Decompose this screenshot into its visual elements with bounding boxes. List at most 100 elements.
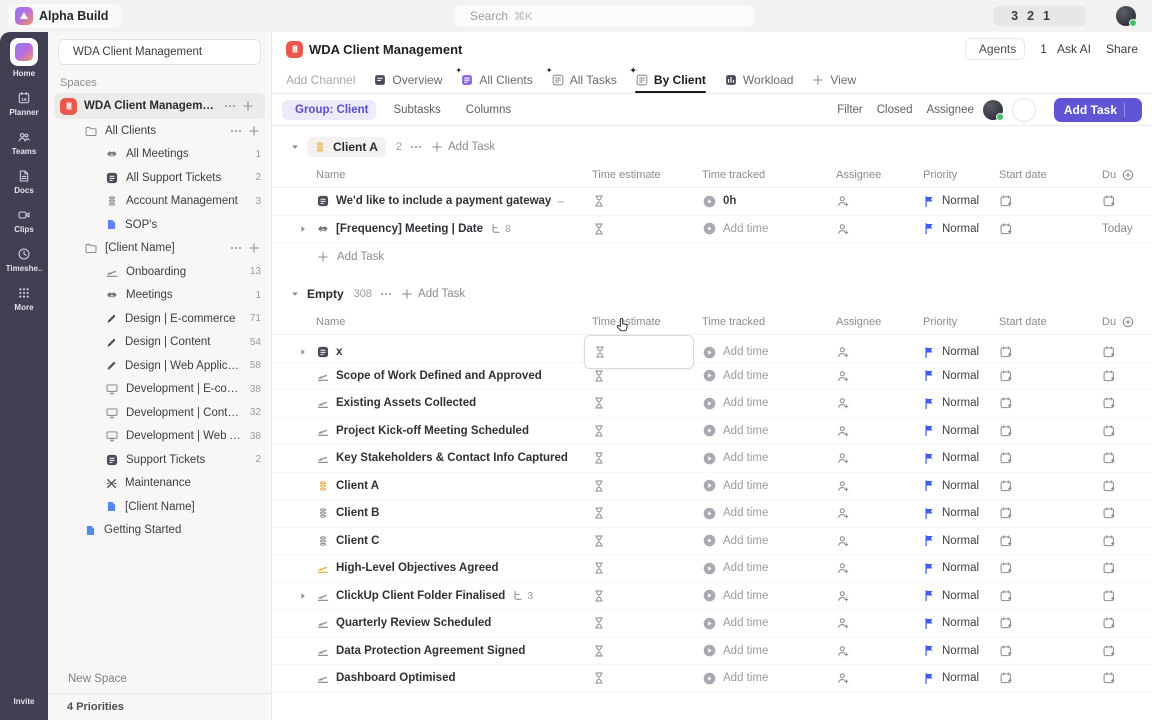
time-tracked-cell[interactable]: Add time (694, 643, 828, 658)
add-column-icon[interactable] (1121, 168, 1135, 182)
task-row-high-level-objectives-agreed[interactable]: High-Level Objectives Agreed Add time Norm… (272, 555, 1152, 583)
task-row-frequency-meeting-date[interactable]: [Frequency] Meeting | Date8Add timeNorma… (272, 216, 1152, 244)
time-tracked-cell[interactable]: Add time (694, 451, 828, 466)
due-date-cell[interactable] (1094, 671, 1152, 685)
time-estimate-cell[interactable] (584, 561, 694, 575)
add-icon[interactable] (247, 124, 261, 138)
sidebar-item-design-content[interactable]: Design | Content54 (48, 331, 271, 355)
sidebar-item-development-web-a[interactable]: Development | Web A...38 (48, 425, 271, 449)
row-expand[interactable] (290, 347, 316, 357)
priority-cell[interactable]: Normal (915, 397, 991, 410)
ask-ai-button[interactable]: Ask AI (1057, 42, 1096, 56)
sidebar-item-sop-s[interactable]: SOP's (48, 213, 271, 237)
sidebar-item-all-support-tickets[interactable]: All Support Tickets2 (48, 166, 271, 190)
time-tracked-cell[interactable]: Add time (694, 561, 828, 576)
time-estimate-cell[interactable] (584, 335, 694, 369)
filter-button[interactable]: Filter (832, 104, 863, 116)
time-tracked-cell[interactable]: Add time (694, 533, 828, 548)
due-date-cell[interactable] (1094, 589, 1152, 603)
assignee-cell[interactable] (828, 561, 915, 575)
priority-cell[interactable]: Normal (915, 617, 991, 630)
time-estimate-cell[interactable] (584, 396, 694, 410)
group-add-task-button[interactable]: Add Task (400, 287, 465, 301)
assignee-cell[interactable] (828, 194, 915, 208)
due-date-cell[interactable] (1094, 644, 1152, 658)
group-by-button[interactable]: Group: Client (282, 100, 376, 120)
group-header-client-a[interactable]: Client A2Add Task (272, 132, 1152, 162)
task-row-data-protection-agreement-signed[interactable]: Data Protection Agreement SignedAdd time… (272, 638, 1152, 666)
assignee-cell[interactable] (828, 424, 915, 438)
task-name-cell[interactable]: ClickUp Client Folder Finalised3 (316, 589, 584, 603)
assignee-cell[interactable] (828, 589, 915, 603)
task-name-cell[interactable]: Scope of Work Defined and Approved (316, 369, 584, 383)
start-date-cell[interactable] (991, 561, 1094, 575)
tab-by-client[interactable]: By Client (635, 66, 706, 93)
due-date-cell[interactable] (1094, 396, 1152, 410)
column-header-priority[interactable]: Priority (915, 169, 991, 181)
sidebar-search-input[interactable]: WDA Client Management (58, 39, 261, 65)
tab-view[interactable]: View (811, 66, 856, 93)
tab-all-clients[interactable]: All Clients (460, 66, 532, 93)
due-date-cell[interactable] (1094, 451, 1152, 465)
rail-item-clips[interactable]: Clips (6, 208, 43, 234)
sidebar-item-meetings[interactable]: Meetings1 (48, 284, 271, 308)
priority-cell[interactable]: Normal (915, 562, 991, 575)
column-header-assignee[interactable]: Assignee (828, 169, 915, 181)
rail-item-planner[interactable]: 19Planner (6, 91, 43, 117)
priority-cell[interactable]: Normal (915, 644, 991, 657)
column-header-start-date[interactable]: Start date (991, 316, 1094, 328)
column-header-time-tracked[interactable]: Time tracked (694, 169, 828, 181)
chevron-right-icon[interactable] (298, 224, 308, 234)
time-tracked-cell[interactable]: Add time (694, 423, 828, 438)
due-date-cell[interactable] (1094, 506, 1152, 520)
start-date-cell[interactable] (991, 396, 1094, 410)
tab-all-tasks[interactable]: All Tasks (551, 66, 617, 93)
task-row-key-stakeholders-contact-info-captured[interactable]: Key Stakeholders & Contact Info Captured… (272, 445, 1152, 473)
rail-item-more[interactable]: More (6, 286, 43, 312)
task-row-existing-assets-collected[interactable]: Existing Assets CollectedAdd timeNormal (272, 390, 1152, 418)
sidebar-item-client-name[interactable]: [Client Name] (48, 237, 271, 261)
sidebar-item-account-management[interactable]: Account Management3 (48, 190, 271, 214)
time-tracked-cell[interactable]: Add time (694, 588, 828, 603)
task-name-cell[interactable]: High-Level Objectives Agreed (316, 561, 584, 575)
column-header-time-estimate[interactable]: Time estimate (584, 316, 694, 328)
add-icon[interactable] (241, 99, 255, 113)
task-name-cell[interactable]: Existing Assets Collected (316, 396, 584, 410)
tab-add-channel[interactable]: Add Channel (286, 66, 355, 93)
priority-cell[interactable]: Normal (915, 672, 991, 685)
assignee-cell[interactable] (828, 534, 915, 548)
priority-cell[interactable]: Normal (915, 195, 991, 208)
tab-overview[interactable]: Overview (373, 66, 442, 93)
column-header-due[interactable]: Du (1094, 168, 1152, 182)
group-add-task-button[interactable]: Add Task (430, 140, 495, 154)
group-menu-icon[interactable] (409, 140, 423, 154)
chevron-right-icon[interactable] (298, 347, 308, 357)
assignee-cell[interactable] (828, 369, 915, 383)
task-name-cell[interactable]: We'd like to include a payment gateway– (316, 194, 584, 208)
time-tracked-cell[interactable]: Add time (694, 221, 828, 236)
task-name-cell[interactable]: x (316, 345, 584, 359)
more-menu-icon[interactable] (229, 241, 243, 255)
start-date-cell[interactable] (991, 222, 1094, 236)
priority-cell[interactable]: Normal (915, 534, 991, 547)
assignee-cell[interactable] (828, 451, 915, 465)
boost-button[interactable]: 1 (1035, 42, 1047, 56)
start-date-cell[interactable] (991, 644, 1094, 658)
assignee-cell[interactable] (828, 644, 915, 658)
start-date-cell[interactable] (991, 506, 1094, 520)
column-header-time-estimate[interactable]: Time estimate (584, 169, 694, 181)
priority-cell[interactable]: Normal (915, 507, 991, 520)
sidebar-item-development-content[interactable]: Development | Content32 (48, 401, 271, 425)
start-date-cell[interactable] (991, 616, 1094, 630)
task-name-cell[interactable]: Client C (316, 534, 584, 548)
priority-cell[interactable]: Normal (915, 452, 991, 465)
sidebar-item-design-web-applica[interactable]: Design | Web Applica...58 (48, 354, 271, 378)
share-button[interactable]: Share (1106, 42, 1138, 56)
task-row-dashboard-optimised[interactable]: Dashboard OptimisedAdd timeNormal (272, 665, 1152, 693)
priority-cell[interactable]: Normal (915, 222, 991, 235)
sidebar-item-client-name[interactable]: [Client Name] (48, 495, 271, 519)
sidebar-item-design-e-commerce[interactable]: Design | E-commerce71 (48, 307, 271, 331)
task-row-we-d-like-to-include-a-payment-gateway[interactable]: We'd like to include a payment gateway–0… (272, 188, 1152, 216)
closed-button[interactable]: Closed (872, 104, 913, 116)
task-row-client-a[interactable]: Client AAdd timeNormal (272, 473, 1152, 501)
